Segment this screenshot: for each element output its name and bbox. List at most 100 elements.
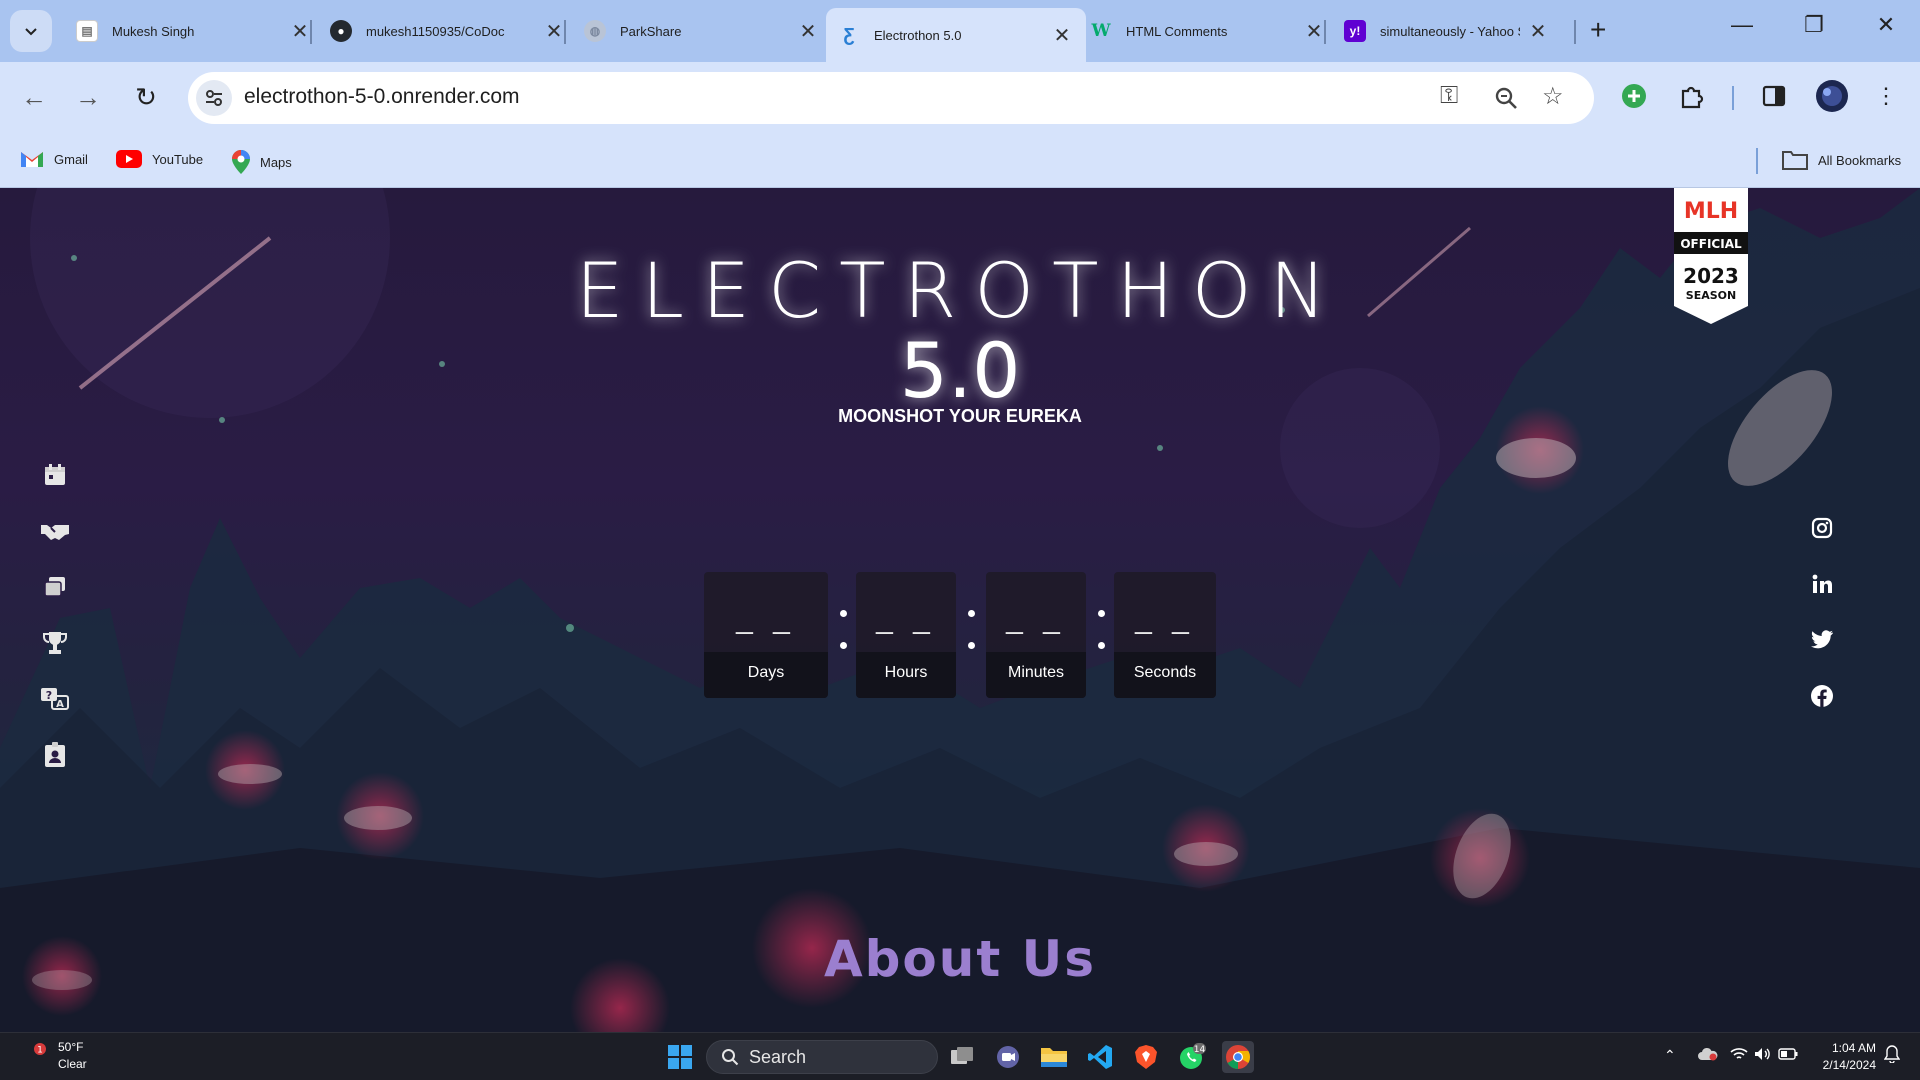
vscode-icon[interactable] [1084, 1041, 1116, 1073]
tab-electrothon[interactable]: Ƹ Electrothon 5.0 ✕ [826, 8, 1086, 62]
clock-date: 2/14/2024 [1822, 1058, 1876, 1072]
chrome-icon[interactable] [1222, 1041, 1254, 1073]
github-icon: ● [330, 20, 352, 42]
moon-weather-icon: 1 [25, 1043, 46, 1067]
onedrive-icon[interactable] [1698, 1047, 1718, 1064]
mlh-brand-text: MLH [1684, 199, 1738, 224]
start-button[interactable] [664, 1041, 696, 1073]
bookmark-maps[interactable]: Maps [232, 150, 292, 174]
task-view-icon[interactable] [946, 1041, 978, 1073]
reload-icon[interactable]: ↻ [128, 82, 164, 113]
tab-separator [310, 20, 312, 44]
close-icon[interactable]: ✕ [796, 19, 820, 44]
close-icon[interactable]: ✕ [1050, 23, 1074, 48]
tab-title: simultaneously - Yahoo Se [1380, 23, 1520, 39]
bookmarks-divider [1756, 148, 1758, 174]
contact-card-icon[interactable] [36, 736, 74, 774]
countdown-seconds: _ _ Seconds [1114, 572, 1216, 698]
handshake-icon[interactable] [36, 512, 74, 550]
bookmark-gmail[interactable]: Gmail [20, 150, 88, 168]
yahoo-icon: y! [1344, 20, 1366, 42]
all-bookmarks-label: All Bookmarks [1818, 152, 1902, 168]
tab-mukesh-singh[interactable]: ▤ Mukesh Singh ✕ [64, 8, 324, 54]
whatsapp-icon[interactable]: 14 [1176, 1041, 1208, 1073]
faq-icon[interactable]: ? A [36, 680, 74, 718]
linkedin-icon[interactable] [1804, 566, 1840, 602]
taskbar-search[interactable]: Search [706, 1040, 938, 1074]
mlh-badge[interactable]: MLH OFFICIAL 2023 SEASON [1674, 188, 1748, 324]
countdown-label: Days [747, 664, 785, 681]
maps-icon [232, 150, 250, 174]
back-arrow-icon[interactable]: ← [16, 82, 52, 113]
instagram-icon[interactable] [1804, 510, 1840, 546]
twitter-icon[interactable] [1804, 622, 1840, 658]
globe-icon: ◍ [584, 20, 606, 42]
trophy-icon[interactable] [36, 624, 74, 662]
tab-parkshare[interactable]: ◍ ParkShare ✕ [572, 8, 832, 54]
bookmark-star-icon[interactable]: ☆ [1542, 82, 1564, 111]
all-bookmarks-button[interactable]: All Bookmarks [1782, 150, 1901, 170]
volume-icon[interactable] [1754, 1047, 1772, 1064]
tab-codoc[interactable]: ● mukesh1150935/CoDoc ✕ [318, 8, 578, 54]
show-hidden-icons-chevron-up-icon[interactable]: ⌃ [1664, 1047, 1676, 1064]
tab-search-button[interactable] [10, 10, 52, 52]
bookmark-youtube[interactable]: YouTube [116, 150, 203, 168]
extensions-puzzle-icon[interactable] [1674, 78, 1710, 114]
close-icon[interactable]: ✕ [1302, 19, 1326, 44]
mlh-year-text: 2023 [1683, 264, 1739, 288]
countdown-value: _ _ [876, 602, 936, 635]
wifi-icon[interactable] [1730, 1047, 1748, 1064]
tab-title: HTML Comments [1126, 23, 1228, 39]
clock-time: 1:04 AM [1831, 1041, 1876, 1055]
mlh-official-text: OFFICIAL [1680, 237, 1742, 251]
address-bar[interactable]: electrothon-5-0.onrender.com ⚿ ☆ [188, 72, 1594, 124]
calendar-icon[interactable] [36, 456, 74, 494]
bookmarks-bar: Gmail YouTube Maps All Bookmarks [0, 134, 1920, 188]
search-icon [722, 1049, 739, 1066]
countdown-separator-dot [968, 610, 975, 617]
extension-add-icon[interactable] [1616, 78, 1652, 114]
site-info-button[interactable] [196, 80, 232, 116]
countdown-label: Seconds [1133, 664, 1197, 681]
notification-bell-icon[interactable] [1883, 1045, 1901, 1066]
search-label: Search [749, 1046, 807, 1067]
doc-icon: ▤ [76, 20, 98, 42]
tab-strip: ▤ Mukesh Singh ✕ ● mukesh1150935/CoDoc ✕… [0, 0, 1920, 62]
teams-chat-icon[interactable] [992, 1041, 1024, 1073]
close-icon[interactable]: ✕ [1526, 19, 1550, 44]
tab-title: Mukesh Singh [112, 23, 195, 39]
tab-yahoo[interactable]: y! simultaneously - Yahoo Se ✕ [1332, 8, 1562, 54]
countdown-separator-dot [840, 642, 847, 649]
mlh-season-text: SEASON [1686, 289, 1736, 302]
brave-browser-icon[interactable] [1130, 1041, 1162, 1073]
menu-kebab-icon[interactable]: ⋮ [1868, 78, 1904, 114]
minimize-icon[interactable]: — [1722, 12, 1762, 38]
weather-widget[interactable]: 1 50°F Clear [20, 1039, 87, 1073]
zoom-icon[interactable] [1494, 86, 1518, 110]
chevron-down-icon [25, 28, 37, 36]
window-close-icon[interactable]: ✕ [1866, 12, 1906, 38]
gallery-icon[interactable] [36, 568, 74, 606]
hero-tagline: MOONSHOT YOUR EUREKA [838, 406, 1082, 426]
battery-icon[interactable] [1778, 1047, 1798, 1063]
restore-icon[interactable]: ❐ [1794, 12, 1834, 38]
new-tab-button[interactable]: + [1590, 14, 1606, 46]
facebook-icon[interactable] [1804, 678, 1840, 714]
tab-separator [564, 20, 566, 44]
side-panel-icon[interactable] [1756, 78, 1792, 114]
tab-html-comments[interactable]: W HTML Comments ✕ [1078, 8, 1338, 54]
whatsapp-badge: 14 [1194, 1045, 1206, 1055]
system-clock[interactable]: 1:04 AM 2/14/2024 [1804, 1040, 1876, 1074]
windows-taskbar: 1 50°F Clear Search 14 ⌃ 1:04 AM 2/14/20… [0, 1032, 1920, 1080]
countdown-hours: _ _ Hours [856, 572, 956, 698]
hero-version: 5.0 [899, 326, 1021, 415]
close-icon[interactable]: ✕ [288, 19, 312, 44]
electrothon-icon: Ƹ [843, 24, 855, 45]
close-icon[interactable]: ✕ [542, 19, 566, 44]
forward-arrow-icon[interactable]: → [70, 82, 106, 113]
countdown-label: Minutes [1007, 664, 1065, 681]
file-explorer-icon[interactable] [1038, 1041, 1070, 1073]
password-key-icon[interactable]: ⚿ [1440, 82, 1458, 110]
browser-toolbar: ← → ↻ electrothon-5-0.onrender.com ⚿ ☆ ⋮ [0, 62, 1920, 134]
profile-avatar[interactable] [1814, 78, 1850, 114]
